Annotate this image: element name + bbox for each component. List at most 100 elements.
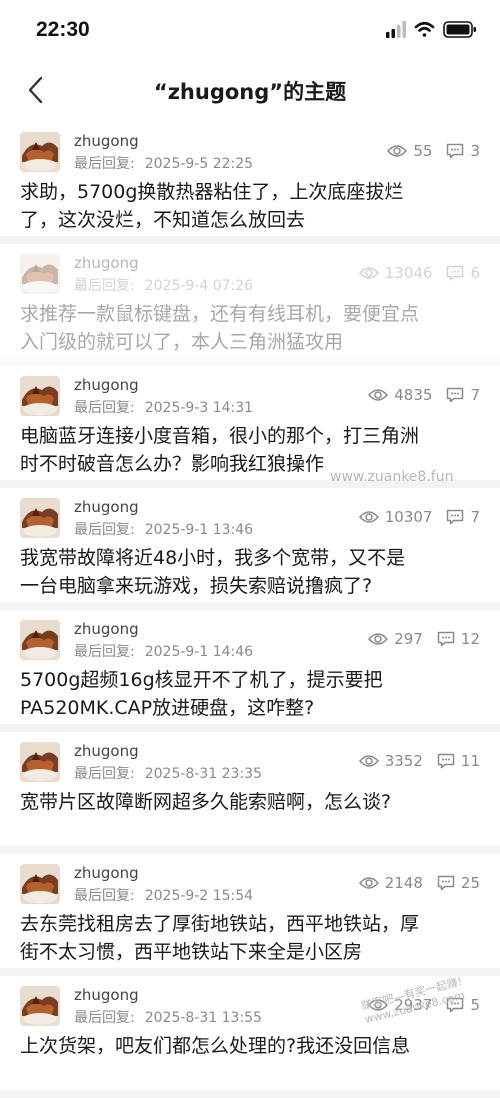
eye-icon	[368, 999, 389, 1011]
comment-icon	[437, 875, 455, 891]
author-name[interactable]: zhugong	[74, 986, 139, 1004]
last-reply: 最后回复: 2025-9-5 22:25	[74, 153, 253, 173]
view-count: 4835	[394, 386, 433, 404]
last-reply-time: 2025-9-1 14:46	[144, 644, 254, 660]
nav-bar: “zhugong”的主题	[0, 60, 500, 120]
replies-stat: 5	[446, 996, 480, 1014]
thread-stats: 2937 5	[368, 996, 480, 1014]
author-name[interactable]: zhugong	[74, 498, 139, 516]
last-reply-time: 2025-9-4 07:26	[144, 278, 254, 294]
view-count: 2148	[384, 874, 423, 892]
last-reply-time: 2025-8-31 13:55	[144, 1010, 262, 1026]
views-stat: 3352	[358, 752, 423, 770]
author-name[interactable]: zhugong	[74, 742, 139, 760]
last-reply-label: 最后回复:	[74, 644, 135, 660]
avatar[interactable]	[20, 742, 60, 782]
avatar[interactable]	[20, 864, 60, 904]
thread-list: zhugong 最后回复: 2025-9-5 22:25 55 3 求助，570…	[0, 122, 500, 1098]
thread-item[interactable]: zhugong 最后回复: 2025-9-1 14:46 297 12 5700…	[0, 610, 500, 732]
comment-icon	[447, 997, 464, 1013]
last-reply: 最后回复: 2025-9-1 13:46	[74, 519, 253, 539]
replies-stat: 11	[437, 752, 480, 770]
comment-icon	[447, 509, 464, 525]
views-stat: 13046	[358, 264, 433, 282]
avatar[interactable]	[20, 986, 60, 1026]
replies-stat: 7	[446, 508, 480, 526]
thread-item[interactable]: zhugong 最后回复: 2025-9-4 07:26 13046 6 求推荐…	[0, 244, 500, 366]
eye-icon	[358, 755, 379, 767]
views-stat: 2148	[358, 874, 423, 892]
avatar[interactable]	[20, 132, 60, 172]
replies-stat: 25	[437, 874, 480, 892]
author-name[interactable]: zhugong	[74, 864, 139, 882]
eye-icon	[387, 145, 408, 157]
last-reply-label: 最后回复:	[74, 888, 135, 904]
view-count: 10307	[384, 508, 433, 526]
avatar[interactable]	[20, 620, 60, 660]
last-reply: 最后回复: 2025-9-1 14:46	[74, 641, 253, 661]
eye-icon	[358, 877, 379, 889]
last-reply-label: 最后回复:	[74, 1010, 135, 1026]
thread-item[interactable]: zhugong 最后回复: 2025-9-2 15:54 2148 25 去东莞…	[0, 854, 500, 976]
status-icons	[386, 20, 478, 40]
thread-title[interactable]: 求助，5700g换散热器粘住了，上次底座拔烂 了，这次没烂，不知道怎么放回去	[20, 178, 484, 234]
reply-count: 25	[460, 874, 480, 892]
thread-title[interactable]: 5700g超频16g核显开不了机了，提示要把 PA520MK.CAP放进硬盘，这…	[20, 666, 484, 722]
thread-title[interactable]: 宽带片区故障断网超多久能索赔啊，怎么谈?	[20, 788, 484, 816]
thread-item[interactable]: zhugong 最后回复: 2025-9-3 14:31 4835 7 电脑蓝牙…	[0, 366, 500, 488]
replies-stat: 6	[446, 264, 480, 282]
avatar[interactable]	[20, 498, 60, 538]
reply-count: 11	[460, 752, 480, 770]
last-reply-label: 最后回复:	[74, 278, 135, 294]
thread-title[interactable]: 电脑蓝牙连接小度音箱，很小的那个，打三角洲 时不时破音怎么办？影响我红狼操作	[20, 422, 484, 478]
thread-stats: 55 3	[387, 142, 480, 160]
last-reply: 最后回复: 2025-8-31 13:55	[74, 1007, 262, 1027]
author-name[interactable]: zhugong	[74, 620, 139, 638]
thread-item[interactable]: zhugong 最后回复: 2025-9-1 13:46 10307 7 我宽带…	[0, 488, 500, 610]
last-reply-label: 最后回复:	[74, 400, 135, 416]
reply-count: 6	[470, 264, 480, 282]
thread-title[interactable]: 我宽带故障将近48小时，我多个宽带，又不是 一台电脑拿来玩游戏，损失索赔说撸疯了…	[20, 544, 484, 600]
thread-title[interactable]: 去东莞找租房去了厚街地铁站，西平地铁站，厚 街不太习惯，西平地铁站下来全是小区房	[20, 910, 484, 966]
thread-stats: 3352 11	[358, 752, 480, 770]
last-reply-time: 2025-9-3 14:31	[144, 400, 254, 416]
author-name[interactable]: zhugong	[74, 254, 139, 272]
eye-icon	[358, 511, 379, 523]
thread-title[interactable]: 上次货架，吧友们都怎么处理的?我还没回信息	[20, 1032, 484, 1060]
last-reply-time: 2025-9-5 22:25	[144, 156, 254, 172]
reply-count: 3	[470, 142, 480, 160]
views-stat: 297	[368, 630, 423, 648]
eye-icon	[368, 633, 389, 645]
thread-item[interactable]: zhugong 最后回复: 2025-8-31 23:35 3352 11 宽带…	[0, 732, 500, 854]
thread-item[interactable]: zhugong 最后回复: 2025-9-5 22:25 55 3 求助，570…	[0, 122, 500, 244]
thread-stats: 4835 7	[368, 386, 480, 404]
avatar[interactable]	[20, 376, 60, 416]
reply-count: 7	[470, 508, 480, 526]
thread-title[interactable]: 求推荐一款鼠标键盘，还有有线耳机，要便宜点 入门级的就可以了，本人三角洲猛攻用	[20, 300, 484, 356]
comment-icon	[447, 387, 464, 403]
view-count: 55	[413, 142, 433, 160]
views-stat: 10307	[358, 508, 433, 526]
thread-stats: 13046 6	[358, 264, 480, 282]
views-stat: 4835	[368, 386, 432, 404]
eye-icon	[368, 389, 389, 401]
comment-icon	[437, 631, 455, 647]
replies-stat: 3	[446, 142, 480, 160]
author-name[interactable]: zhugong	[74, 132, 139, 150]
comment-icon	[447, 143, 464, 159]
last-reply: 最后回复: 2025-9-3 14:31	[74, 397, 253, 417]
last-reply-label: 最后回复:	[74, 522, 135, 538]
thread-item[interactable]: zhugong 最后回复: 2025-8-31 13:55 2937 5 上次货…	[0, 976, 500, 1098]
status-time: 22:30	[36, 18, 90, 41]
thread-stats: 10307 7	[358, 508, 480, 526]
last-reply: 最后回复: 2025-9-2 15:54	[74, 885, 253, 905]
battery-icon	[443, 21, 476, 38]
author-name[interactable]: zhugong	[74, 376, 139, 394]
last-reply: 最后回复: 2025-9-4 07:26	[74, 275, 253, 295]
view-count: 13046	[384, 264, 433, 282]
views-stat: 2937	[368, 996, 432, 1014]
avatar[interactable]	[20, 254, 60, 294]
reply-count: 7	[470, 386, 480, 404]
thread-stats: 297 12	[368, 630, 480, 648]
last-reply-time: 2025-8-31 23:35	[144, 766, 262, 782]
